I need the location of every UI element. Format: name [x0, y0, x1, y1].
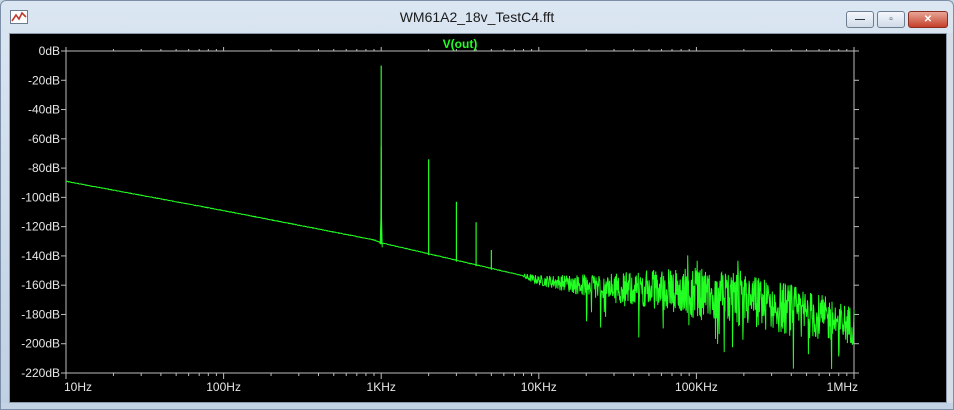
- x-tick-label: 100KHz: [675, 380, 718, 394]
- y-tick-label: -100dB: [21, 190, 60, 204]
- y-tick-label: -60dB: [28, 132, 60, 146]
- app-window: WM61A2_18v_TestC4.fft — ▫ ✕ 0dB -20dB -40d…: [0, 0, 954, 410]
- x-tick-label: 100Hz: [206, 380, 241, 394]
- y-tick-label: -200dB: [21, 337, 60, 351]
- y-tick-label: -20dB: [28, 73, 60, 87]
- y-tick-label: -160dB: [21, 278, 60, 292]
- y-tick-label: -180dB: [21, 307, 60, 321]
- y-tick-label: -120dB: [21, 220, 60, 234]
- window-right-edge: [947, 33, 953, 403]
- window-title: WM61A2_18v_TestC4.fft: [399, 9, 555, 25]
- y-tick-label: -40dB: [28, 103, 60, 117]
- maximize-button[interactable]: ▫: [877, 11, 905, 28]
- plot-frame: [65, 50, 855, 374]
- y-tick-label: 0dB: [39, 44, 60, 58]
- fft-plot[interactable]: 0dB -20dB -40dB -60dB -80dB -100dB -120dB -140d…: [10, 34, 946, 402]
- trace-title[interactable]: V(out): [443, 37, 478, 51]
- y-tick-label: -220dB: [21, 366, 60, 380]
- close-button[interactable]: ✕: [908, 11, 948, 28]
- x-tick-label: 10Hz: [64, 380, 92, 394]
- x-tick-label: 10KHz: [521, 380, 557, 394]
- fft-trace[interactable]: [65, 65, 855, 370]
- waveform-plot-pane[interactable]: 0dB -20dB -40dB -60dB -80dB -100dB -120dB -140d…: [9, 33, 947, 403]
- window-bottom-edge: [1, 403, 953, 409]
- noise-floor-trace[interactable]: [65, 180, 855, 370]
- title-bar[interactable]: WM61A2_18v_TestC4.fft — ▫ ✕: [1, 1, 953, 33]
- x-tick-label: 1KHz: [367, 380, 396, 394]
- minimize-button[interactable]: —: [846, 11, 874, 28]
- x-tick-label: 1MHz: [827, 380, 858, 394]
- plot-axes: [61, 47, 859, 379]
- y-tick-label: -140dB: [21, 249, 60, 263]
- y-tick-label: -80dB: [28, 161, 60, 175]
